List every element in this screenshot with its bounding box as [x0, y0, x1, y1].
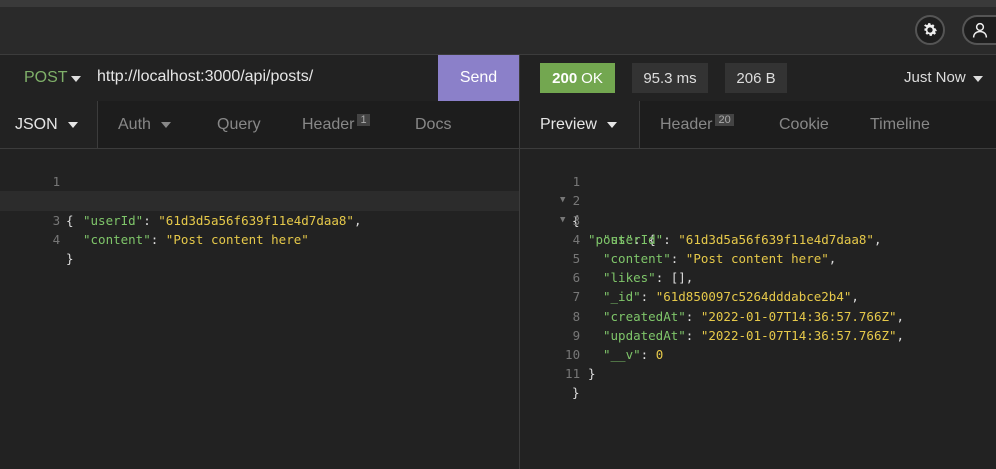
- request-tabs: JSON Auth Query Header 1 Docs: [0, 101, 519, 149]
- code-line: 7 "createdAt": "2022-01-07T14:36:57.766Z…: [520, 268, 996, 323]
- tab-header-label: Header: [302, 115, 355, 133]
- tab-cookie-label: Cookie: [779, 115, 829, 133]
- status-text: OK: [581, 69, 603, 87]
- response-time-badge: 95.3 ms: [632, 63, 708, 93]
- code-line: 9 "__v": 0: [520, 307, 996, 362]
- code-text: }: [66, 250, 74, 266]
- code-text: }: [572, 385, 580, 401]
- code-line: 5 "likes": [],: [520, 230, 996, 285]
- chevron-down-icon: [606, 121, 617, 128]
- request-body-editor[interactable]: 1 ▼ { 2 "userId": "61d3d5a56f639f11e4d7d…: [0, 153, 519, 266]
- tab-response-header[interactable]: Header 20: [660, 101, 734, 148]
- tab-query-label: Query: [217, 115, 261, 133]
- line-number: 4: [52, 231, 61, 247]
- code-line: 1 ▼ {: [0, 153, 519, 227]
- chevron-down-icon[interactable]: [973, 76, 983, 82]
- tab-preview-label: Preview: [540, 115, 597, 133]
- tab-cookie[interactable]: Cookie: [779, 101, 829, 148]
- tab-docs[interactable]: Docs: [415, 101, 451, 148]
- code-text: "content": "Post content here": [83, 231, 309, 247]
- settings-button[interactable]: [915, 15, 945, 45]
- code-line: 2 ▼ "post": {: [520, 172, 996, 246]
- code-line: 4 "content": "Post content here",: [520, 211, 996, 266]
- line-number: 11: [565, 366, 581, 382]
- code-line: 6 "_id": "61d850097c5264dddabce2b4",: [520, 249, 996, 304]
- request-url-bar: POST http://localhost:3000/api/posts/ Se…: [0, 55, 519, 102]
- tab-auth-label: Auth: [118, 115, 151, 133]
- send-button[interactable]: Send: [438, 55, 519, 101]
- header-count-badge: 1: [357, 113, 370, 126]
- tab-response-header-label: Header: [660, 115, 713, 133]
- response-tabs: Preview Header 20 Cookie Timeline: [520, 101, 996, 149]
- status-code: 200: [552, 69, 578, 87]
- code-line: 1 ▼ {: [520, 153, 996, 227]
- response-status-bar: 200 OK 95.3 ms 206 B Just Now: [520, 55, 996, 102]
- response-header-count-badge: 20: [715, 113, 734, 126]
- json-value: "Post content here": [165, 231, 309, 247]
- top-toolbar: [0, 7, 996, 55]
- response-body-preview[interactable]: 1 ▼ { 2 ▼ "post": { 3 "userId": "61d3d5a…: [520, 153, 996, 400]
- chevron-down-icon: [67, 121, 78, 128]
- account-button[interactable]: [962, 15, 996, 45]
- tab-header[interactable]: Header 1: [302, 101, 370, 148]
- code-line: 4 }: [0, 211, 519, 266]
- code-line: 8 "updatedAt": "2022-01-07T14:36:57.766Z…: [520, 287, 996, 343]
- url-input[interactable]: http://localhost:3000/api/posts/: [97, 68, 313, 86]
- gear-icon: [924, 23, 938, 36]
- json-key: "content": [83, 231, 151, 247]
- response-size-badge: 206 B: [725, 63, 787, 93]
- method-selector[interactable]: POST: [24, 69, 68, 87]
- chevron-down-icon: [160, 121, 171, 128]
- status-badge: 200 OK: [540, 63, 615, 93]
- chevron-down-icon[interactable]: [71, 76, 81, 82]
- user-icon: [972, 22, 988, 38]
- tab-json[interactable]: JSON: [15, 101, 78, 148]
- tab-preview[interactable]: Preview: [540, 101, 617, 148]
- tab-json-label: JSON: [15, 115, 58, 133]
- code-line: 10 }: [520, 326, 996, 381]
- window-titlebar: [0, 0, 996, 7]
- code-line: 3 "userId": "61d3d5a56f639f11e4d7daa8",: [520, 191, 996, 247]
- tab-auth[interactable]: Auth: [118, 101, 171, 148]
- tab-timeline-label: Timeline: [870, 115, 930, 133]
- tab-docs-label: Docs: [415, 115, 452, 133]
- response-history-dropdown[interactable]: Just Now: [904, 69, 966, 86]
- tab-query[interactable]: Query: [217, 101, 261, 148]
- code-line: 11 }: [520, 345, 996, 400]
- tab-timeline[interactable]: Timeline: [870, 101, 930, 148]
- code-line-current: 3 "content": "Post content here": [0, 191, 519, 247]
- code-text: }: [588, 366, 596, 382]
- code-line: 2 "userId": "61d3d5a56f639f11e4d7daa8",: [0, 172, 519, 227]
